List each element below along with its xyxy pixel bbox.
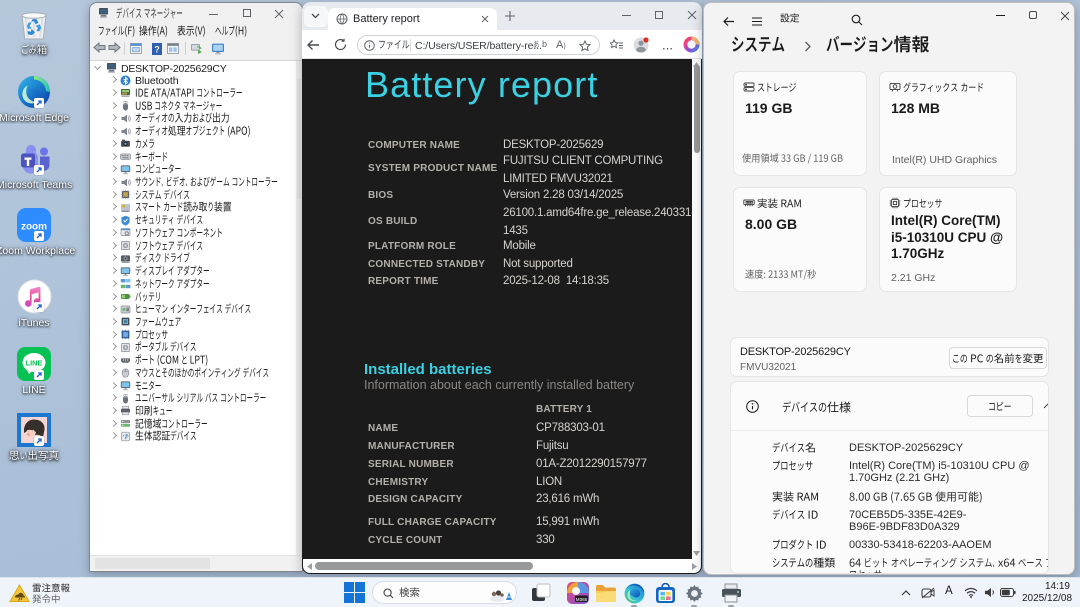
svg-text:LINE: LINE	[26, 359, 43, 368]
svg-text:?: ?	[154, 44, 160, 54]
svg-text:M365: M365	[576, 597, 588, 602]
